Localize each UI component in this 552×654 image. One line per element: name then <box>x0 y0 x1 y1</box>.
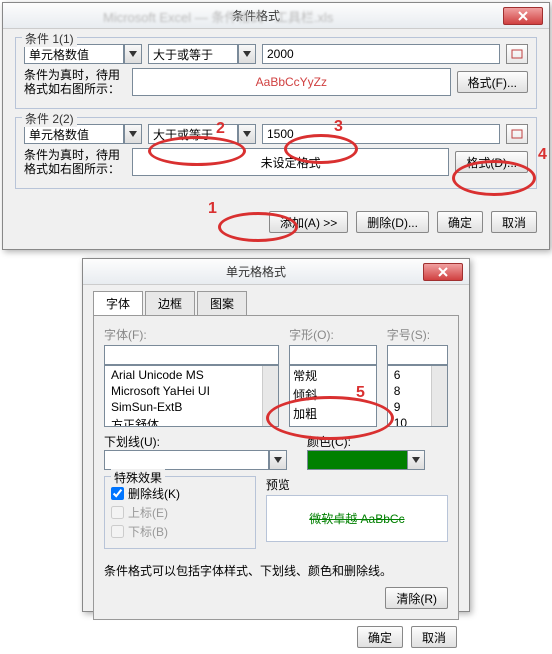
cond1-preview: AaBbCcYyZz <box>132 68 451 96</box>
effects-label: 特殊效果 <box>111 469 165 486</box>
font-panel: 字体(F): Arial Unicode MS Microsoft YaHei … <box>93 315 459 620</box>
sub-label: 下标(B) <box>128 523 168 540</box>
list-item[interactable]: Arial Unicode MS <box>108 367 259 383</box>
super-checkbox <box>111 506 124 519</box>
list-item[interactable]: 8 <box>391 383 428 399</box>
cond2-preview: 未设定格式 <box>132 148 449 176</box>
font-style-label: 字形(O): <box>289 326 377 343</box>
scrollbar[interactable] <box>431 366 447 426</box>
list-item[interactable]: 9 <box>391 399 428 415</box>
underline-label: 下划线(U): <box>104 433 287 450</box>
underline-input[interactable] <box>104 450 269 470</box>
dialog2-close-button[interactable] <box>423 263 463 281</box>
cond2-type-combo[interactable] <box>24 124 142 144</box>
preview-label: 预览 <box>266 476 448 493</box>
ok-button[interactable]: 确定 <box>357 626 403 648</box>
dropdown-icon[interactable] <box>124 44 142 64</box>
font-face-list[interactable]: Arial Unicode MS Microsoft YaHei UI SimS… <box>104 365 279 427</box>
tab-pattern[interactable]: 图案 <box>197 291 247 315</box>
sub-checkbox <box>111 525 124 538</box>
font-size-input <box>387 345 448 365</box>
scrollbar[interactable] <box>262 366 278 426</box>
dialog2-tabs: 字体 边框 图案 <box>83 285 469 315</box>
cond2-operator-input[interactable] <box>148 124 238 144</box>
list-item[interactable]: Microsoft YaHei UI <box>108 383 259 399</box>
list-item[interactable]: 常规 <box>290 366 376 385</box>
underline-combo[interactable] <box>104 450 287 470</box>
effects-group: 特殊效果 删除线(K) 上标(E) 下标(B) <box>104 476 256 549</box>
list-item[interactable]: 方正舒体 <box>108 415 259 427</box>
cond1-value-input[interactable] <box>262 44 500 64</box>
dropdown-icon[interactable] <box>269 450 287 470</box>
add-button[interactable]: 添加(A) >> <box>269 211 348 233</box>
preview-box: 微软卓越 AaBbCc <box>266 495 448 542</box>
conditional-format-dialog: Microsoft Excel — 条件格式 · 工具栏.xls 条件格式 条件… <box>2 2 550 250</box>
dialog1-buttons: 添加(A) >> 删除(D)... 确定 取消 <box>3 205 549 239</box>
cond2-type-input[interactable] <box>24 124 124 144</box>
ref-icon <box>511 49 523 59</box>
font-style-list[interactable]: 常规 倾斜 加粗 加粗 倾斜 <box>289 365 377 427</box>
cond1-operator-input[interactable] <box>148 44 238 64</box>
cond2-value-input[interactable] <box>262 124 500 144</box>
font-style-input <box>289 345 377 365</box>
delete-button[interactable]: 删除(D)... <box>356 211 429 233</box>
font-footnote: 条件格式可以包括字体样式、下划线、颜色和删除线。 <box>104 563 448 579</box>
dialog2-buttons: 确定 取消 <box>83 620 469 654</box>
cond1-ref-picker[interactable] <box>506 44 528 64</box>
ok-button[interactable]: 确定 <box>437 211 483 233</box>
list-item[interactable]: 6 <box>391 367 428 383</box>
ref-icon <box>511 129 523 139</box>
condition-2-legend: 条件 2(2) <box>22 110 77 127</box>
dialog1-close-button[interactable] <box>503 7 543 25</box>
cancel-button[interactable]: 取消 <box>491 211 537 233</box>
list-item[interactable]: 倾斜 <box>290 385 376 404</box>
super-label: 上标(E) <box>128 504 168 521</box>
close-icon <box>438 267 448 277</box>
condition-1-legend: 条件 1(1) <box>22 30 77 47</box>
dropdown-icon[interactable] <box>238 124 256 144</box>
list-item[interactable]: 10 <box>391 415 428 427</box>
tab-font[interactable]: 字体 <box>93 291 143 315</box>
font-size-list[interactable]: 6 8 9 10 <box>387 365 448 427</box>
cond2-format-button[interactable]: 格式(D)... <box>455 151 528 173</box>
cond1-format-button[interactable]: 格式(F)... <box>457 71 528 93</box>
font-face-label: 字体(F): <box>104 326 279 343</box>
cond2-ref-picker[interactable] <box>506 124 528 144</box>
color-label: 颜色(C): <box>307 433 448 450</box>
cond2-side-label: 条件为真时，待用 格式如右图所示： <box>24 148 126 176</box>
tab-border[interactable]: 边框 <box>145 291 195 315</box>
condition-1-group: 条件 1(1) 条件为真时，待用 格式如右图所示： AaBbCcYyZz 格式(… <box>15 37 537 109</box>
dialog1-titlebar: Microsoft Excel — 条件格式 · 工具栏.xls 条件格式 <box>3 3 549 29</box>
font-size-label: 字号(S): <box>387 326 448 343</box>
cancel-button[interactable]: 取消 <box>411 626 457 648</box>
list-item[interactable]: 加粗 <box>290 404 376 423</box>
cond1-type-input[interactable] <box>24 44 124 64</box>
blurred-bg-title: Microsoft Excel — 条件格式 · 工具栏.xls <box>103 7 333 26</box>
dropdown-icon[interactable] <box>407 450 425 470</box>
list-item[interactable]: 加粗 倾斜 <box>290 423 376 427</box>
font-face-input <box>104 345 279 365</box>
cond1-operator-combo[interactable] <box>148 44 256 64</box>
condition-2-group: 条件 2(2) 条件为真时，待用 格式如右图所示： 未设定格式 格式(D)... <box>15 117 537 189</box>
dialog2-title: 单元格格式 <box>89 263 423 280</box>
dropdown-icon[interactable] <box>124 124 142 144</box>
close-icon <box>518 11 528 21</box>
cond2-operator-combo[interactable] <box>148 124 256 144</box>
strike-checkbox[interactable] <box>111 487 124 500</box>
color-swatch <box>307 450 407 470</box>
strike-label: 删除线(K) <box>128 485 180 502</box>
clear-button[interactable]: 清除(R) <box>385 587 448 609</box>
cond1-type-combo[interactable] <box>24 44 142 64</box>
dropdown-icon[interactable] <box>238 44 256 64</box>
color-combo[interactable] <box>307 450 448 470</box>
list-item[interactable]: SimSun-ExtB <box>108 399 259 415</box>
cell-format-dialog: 单元格格式 字体 边框 图案 字体(F): Arial Unicode MS M… <box>82 258 470 612</box>
dialog2-titlebar: 单元格格式 <box>83 259 469 285</box>
cond1-side-label: 条件为真时，待用 格式如右图所示： <box>24 68 126 96</box>
